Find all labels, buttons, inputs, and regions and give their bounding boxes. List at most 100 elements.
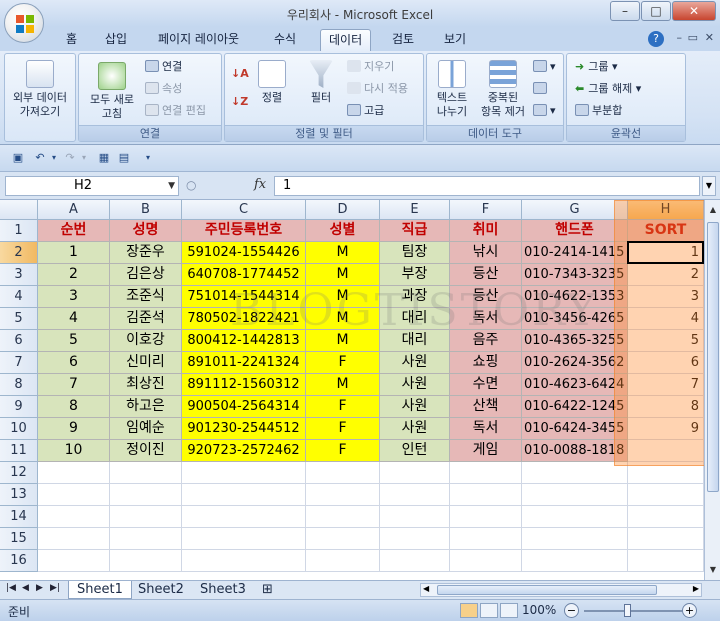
cell-b8[interactable]: 최상진 (110, 374, 182, 396)
cell-f1[interactable]: 취미 (450, 220, 522, 242)
vertical-scroll-thumb[interactable] (707, 222, 719, 492)
zoom-level[interactable]: 100% (522, 603, 556, 617)
cell-d13[interactable] (306, 484, 380, 506)
cell-c9[interactable]: 900504-2564314 (182, 396, 306, 418)
cell-b2[interactable]: 장준우 (110, 242, 182, 264)
refresh-all-button[interactable]: 모두 새로 고침 (83, 62, 141, 121)
cell-b16[interactable] (110, 550, 182, 572)
cell-d6[interactable]: M (306, 330, 380, 352)
cell-f9[interactable]: 산책 (450, 396, 522, 418)
cell-c4[interactable]: 751014-1544314 (182, 286, 306, 308)
office-button[interactable] (4, 3, 44, 43)
cell-d5[interactable]: M (306, 308, 380, 330)
cell-g13[interactable] (522, 484, 628, 506)
cell-a10[interactable]: 9 (38, 418, 110, 440)
cell-c15[interactable] (182, 528, 306, 550)
cell-c11[interactable]: 920723-2572462 (182, 440, 306, 462)
page-layout-view-icon[interactable] (480, 603, 498, 618)
row-header-15[interactable]: 15 (0, 528, 38, 550)
cell-f6[interactable]: 음주 (450, 330, 522, 352)
cell-f13[interactable] (450, 484, 522, 506)
filter-button[interactable]: 필터 (301, 60, 341, 105)
cell-c6[interactable]: 800412-1442813 (182, 330, 306, 352)
cell-e5[interactable]: 대리 (380, 308, 450, 330)
scroll-up-icon[interactable]: ▲ (706, 202, 720, 218)
row-header-9[interactable]: 9 (0, 396, 38, 418)
cell-g12[interactable] (522, 462, 628, 484)
cell-g9[interactable]: 010-6422-1245 (522, 396, 628, 418)
cell-h16[interactable] (628, 550, 704, 572)
insert-sheet-icon[interactable]: ⊞ (254, 581, 281, 599)
cell-a6[interactable]: 5 (38, 330, 110, 352)
cell-a7[interactable]: 6 (38, 352, 110, 374)
cell-g8[interactable]: 010-4623-6424 (522, 374, 628, 396)
cell-e12[interactable] (380, 462, 450, 484)
row-header-13[interactable]: 13 (0, 484, 38, 506)
cell-e8[interactable]: 사원 (380, 374, 450, 396)
name-box-dropdown-icon[interactable]: ▼ (168, 177, 175, 195)
cell-e3[interactable]: 부장 (380, 264, 450, 286)
what-if-analysis-button[interactable]: ▾ (533, 103, 556, 119)
row-header-7[interactable]: 7 (0, 352, 38, 374)
ungroup-button[interactable]: ⬅ 그룹 해제 ▾ (575, 81, 641, 97)
cell-d16[interactable] (306, 550, 380, 572)
tab-home[interactable]: 홈 (58, 29, 85, 51)
horizontal-scroll-thumb[interactable] (437, 585, 657, 595)
undo-dropdown-icon[interactable]: ▾ (46, 151, 62, 165)
scroll-down-icon[interactable]: ▼ (706, 562, 720, 578)
row-header-6[interactable]: 6 (0, 330, 38, 352)
maximize-button[interactable]: □ (641, 1, 671, 21)
subtotal-button[interactable]: 부분합 (575, 103, 622, 119)
row-header-5[interactable]: 5 (0, 308, 38, 330)
row-header-3[interactable]: 3 (0, 264, 38, 286)
minimize-button[interactable]: – (610, 1, 640, 21)
cell-d2[interactable]: M (306, 242, 380, 264)
page-break-view-icon[interactable] (500, 603, 518, 618)
sheet-tab-3[interactable]: Sheet3 (192, 581, 254, 599)
cell-c3[interactable]: 640708-1774452 (182, 264, 306, 286)
data-validation-button[interactable]: ▾ (533, 59, 556, 75)
cell-e9[interactable]: 사원 (380, 396, 450, 418)
cell-b13[interactable] (110, 484, 182, 506)
cell-c14[interactable] (182, 506, 306, 528)
cell-c8[interactable]: 891112-1560312 (182, 374, 306, 396)
cell-g2[interactable]: 010-2414-1415 (522, 242, 628, 264)
cell-h4[interactable]: 3 (628, 286, 704, 308)
ribbon-restore-icon[interactable]: ▭ (688, 31, 698, 44)
cell-g4[interactable]: 010-4622-1353 (522, 286, 628, 308)
cell-d9[interactable]: F (306, 396, 380, 418)
tab-data[interactable]: 데이터 (320, 29, 372, 51)
cell-a14[interactable] (38, 506, 110, 528)
cell-e6[interactable]: 대리 (380, 330, 450, 352)
cell-a15[interactable] (38, 528, 110, 550)
row-header-8[interactable]: 8 (0, 374, 38, 396)
tab-review[interactable]: 검토 (384, 29, 422, 51)
cell-c7[interactable]: 891011-2241324 (182, 352, 306, 374)
connections-button[interactable]: 연결 (145, 59, 182, 75)
sort-descending-button[interactable]: ↓Z (231, 94, 248, 110)
customize-qat-icon[interactable]: ▾ (140, 151, 156, 165)
cell-f16[interactable] (450, 550, 522, 572)
cell-h1[interactable]: SORT (628, 220, 704, 242)
cell-e4[interactable]: 과장 (380, 286, 450, 308)
cell-g10[interactable]: 010-6424-3455 (522, 418, 628, 440)
scroll-right-icon[interactable]: ▶ (693, 584, 699, 593)
cell-b3[interactable]: 김은상 (110, 264, 182, 286)
column-header-g[interactable]: G (522, 200, 628, 220)
formula-input[interactable]: 1 (274, 176, 700, 196)
cell-h6[interactable]: 5 (628, 330, 704, 352)
cell-g5[interactable]: 010-3456-4265 (522, 308, 628, 330)
ribbon-minimize-icon[interactable]: – (677, 31, 683, 44)
cell-h9[interactable]: 8 (628, 396, 704, 418)
cell-b1[interactable]: 성명 (110, 220, 182, 242)
text-to-columns-button[interactable]: 텍스트 나누기 (429, 60, 475, 119)
zoom-slider[interactable] (584, 610, 682, 612)
cell-a4[interactable]: 3 (38, 286, 110, 308)
zoom-in-icon[interactable]: + (682, 603, 697, 618)
cell-b15[interactable] (110, 528, 182, 550)
sheet-tab-2[interactable]: Sheet2 (130, 581, 192, 599)
cell-f12[interactable] (450, 462, 522, 484)
cell-h14[interactable] (628, 506, 704, 528)
cell-d3[interactable]: M (306, 264, 380, 286)
column-header-f[interactable]: F (450, 200, 522, 220)
